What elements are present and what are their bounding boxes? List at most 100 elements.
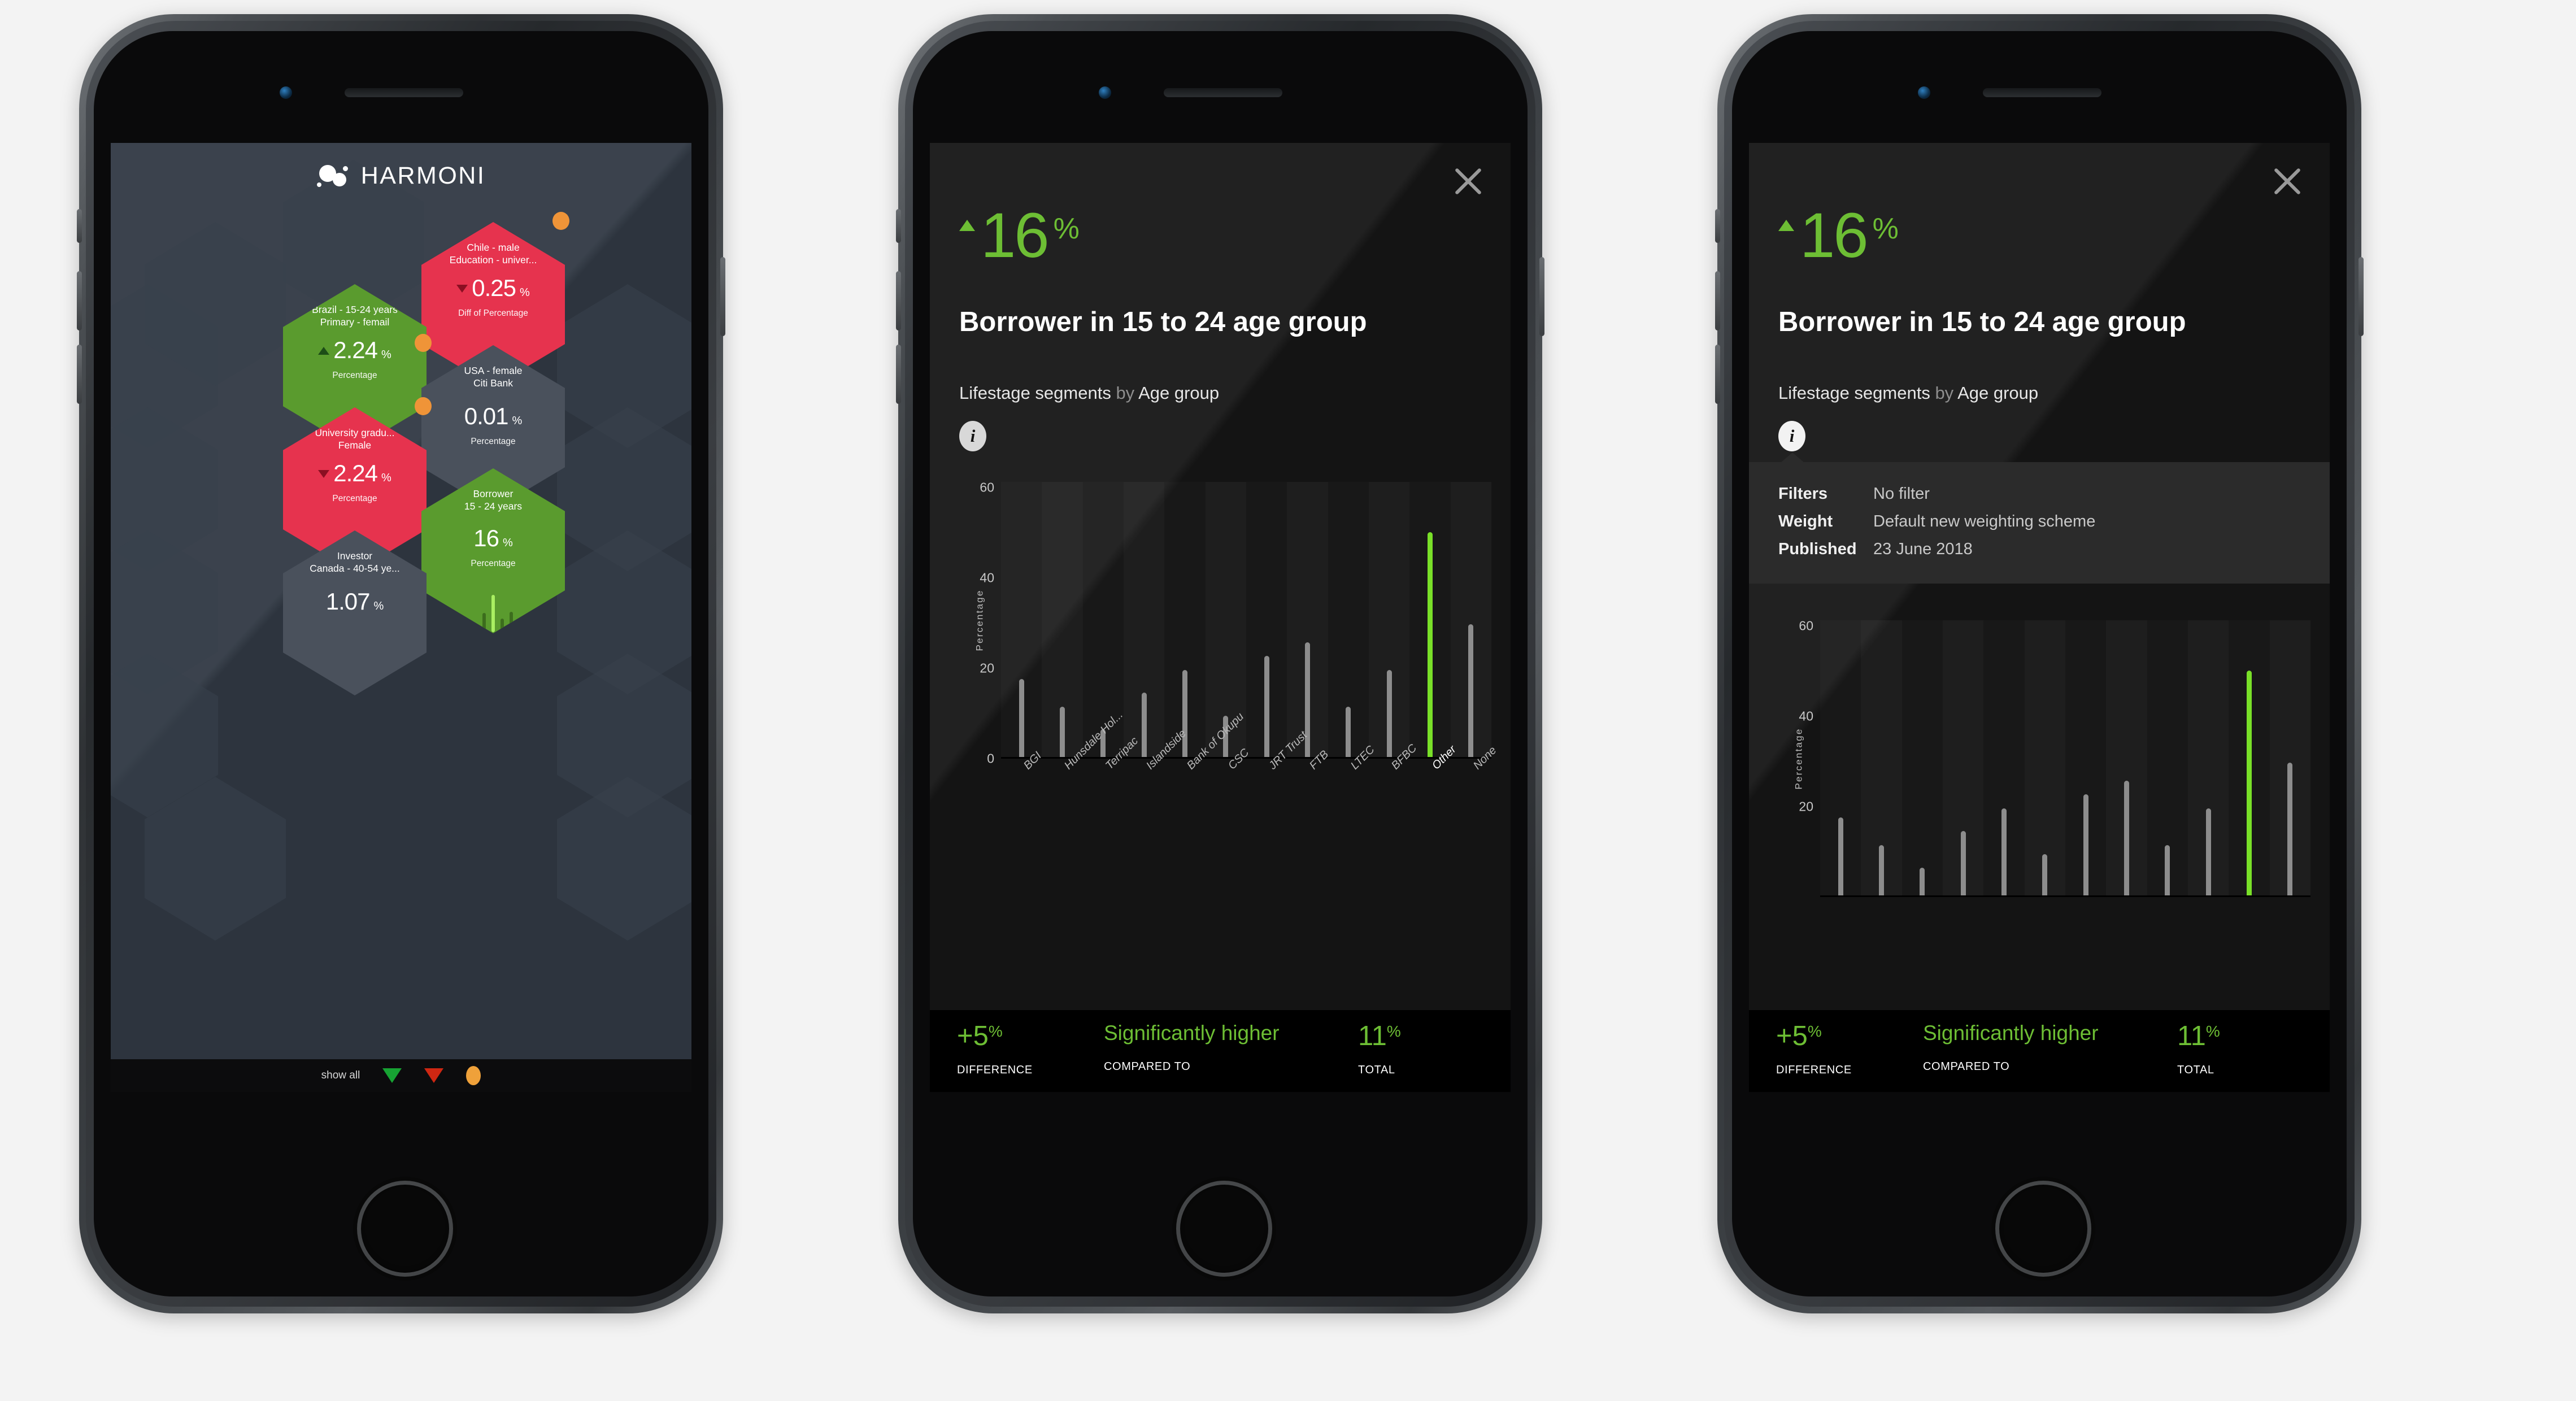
- chart-bar-column[interactable]: [2024, 620, 2065, 895]
- chart-bar: [1059, 706, 1065, 757]
- hex-tile-flag-dot[interactable]: [552, 212, 569, 230]
- hex-tile-unit: %: [381, 472, 391, 484]
- volume-up-3[interactable]: [1715, 271, 1720, 330]
- info-icon[interactable]: i: [1778, 421, 1805, 451]
- chart-bar-column[interactable]: [1287, 482, 1328, 757]
- chart-bar: [1141, 693, 1147, 757]
- y-tick: 0: [987, 751, 994, 766]
- chart-bar: [1427, 532, 1433, 757]
- hex-tile-value: 1.07: [325, 588, 371, 615]
- chart-bar-column[interactable]: [2147, 620, 2188, 895]
- hex-tile-unit: %: [381, 349, 391, 361]
- chart-bar: [1182, 669, 1187, 757]
- detail-title: Borrower in 15 to 24 age group: [1778, 307, 2186, 337]
- hex-tile-title-line1: Investor: [337, 550, 373, 562]
- hex-tile-value: 2.24: [333, 460, 378, 486]
- mute-switch-1[interactable]: [77, 209, 82, 243]
- volume-down-1[interactable]: [77, 345, 82, 404]
- detail-view: 16 % Borrower in 15 to 24 age group Life…: [930, 143, 1511, 1092]
- chart-plot-area: [1001, 482, 1491, 759]
- close-icon[interactable]: [2271, 164, 2304, 197]
- chart-bar: [2165, 845, 2170, 895]
- home-button-2[interactable]: [1172, 1177, 1276, 1281]
- subtitle-secondary: Age group: [1957, 383, 2039, 403]
- stat-label: COMPARED TO: [1923, 1060, 2010, 1073]
- chart-bar-column[interactable]: [2187, 620, 2229, 895]
- mute-switch-2[interactable]: [896, 209, 901, 243]
- hex-tile-flag-dot[interactable]: [415, 397, 432, 415]
- info-key: Published: [1778, 540, 1857, 558]
- home-button-1[interactable]: [353, 1177, 457, 1281]
- screenshot-stage: HARMONI Chile - male Education - univer.…: [0, 0, 2576, 1401]
- volume-up-2[interactable]: [896, 271, 901, 330]
- power-button-3[interactable]: [2359, 257, 2364, 336]
- volume-down-3[interactable]: [1715, 345, 1720, 404]
- chart-y-ticks: 60 40 20 0: [965, 480, 998, 765]
- y-tick: 20: [980, 660, 994, 676]
- detail-subtitle: Lifestage segments by Age group: [1778, 383, 2038, 403]
- info-icon[interactable]: i: [959, 421, 986, 451]
- hex-tile-borrower[interactable]: Borrower 15 - 24 years 16 % Percentage: [421, 468, 565, 633]
- trend-up-icon: [959, 220, 975, 231]
- detail-title: Borrower in 15 to 24 age group: [959, 307, 1367, 337]
- chart-bar-column[interactable]: [1942, 620, 1984, 895]
- headline-metric: 16 %: [1778, 203, 1899, 267]
- headline-unit: %: [1053, 212, 1080, 245]
- chart-bar: [2246, 671, 2252, 895]
- volume-up-1[interactable]: [77, 271, 82, 330]
- volume-down-2[interactable]: [896, 345, 901, 404]
- stat-unit: %: [988, 1023, 1003, 1040]
- chart-bar: [1920, 868, 1925, 895]
- stat-phrase: Significantly higher: [1104, 1021, 1280, 1045]
- chart-bar-column[interactable]: [1902, 620, 1943, 895]
- background-hex-cell: [557, 777, 691, 941]
- chart-bar-column[interactable]: [1861, 620, 1902, 895]
- chart-bar-column[interactable]: [1409, 482, 1450, 757]
- chart-bar-column[interactable]: [1042, 482, 1083, 757]
- brand-name: HARMONI: [360, 162, 486, 189]
- stat-phrase: Significantly higher: [1923, 1021, 2099, 1045]
- earpiece-speaker-3: [1983, 88, 2101, 97]
- show-all-label[interactable]: show all: [321, 1069, 360, 1082]
- chart-bar-column[interactable]: [2106, 620, 2147, 895]
- stat-value: 11: [1358, 1021, 1387, 1051]
- stat-unit: %: [2205, 1023, 2220, 1040]
- earpiece-speaker-2: [1164, 88, 1282, 97]
- front-camera-1: [280, 86, 292, 99]
- front-camera-3: [1918, 86, 1930, 99]
- detail-subtitle: Lifestage segments by Age group: [959, 383, 1219, 403]
- chart-bar-column[interactable]: [1983, 620, 2024, 895]
- close-icon[interactable]: [1452, 164, 1485, 197]
- chart-bar-column[interactable]: [1450, 482, 1491, 757]
- chart-bar-column[interactable]: [1328, 482, 1369, 757]
- hex-tile-investor[interactable]: Investor Canada - 40-54 ye... 1.07 %: [283, 530, 427, 695]
- chart-bar-column[interactable]: [1001, 482, 1042, 757]
- power-button-2[interactable]: [1539, 257, 1544, 336]
- chart-bar-column[interactable]: [2269, 620, 2310, 895]
- chart-bar: [1878, 845, 1884, 895]
- chart-bar-column[interactable]: [1164, 482, 1205, 757]
- hex-tile-value: 16: [473, 525, 499, 551]
- chart-bar: [1346, 706, 1351, 757]
- chart-bar: [1838, 817, 1843, 895]
- chart-bar-column[interactable]: [1123, 482, 1165, 757]
- subtitle-primary: Lifestage segments: [959, 383, 1111, 403]
- hex-tile-value: 0.01: [464, 403, 509, 429]
- home-button-3[interactable]: [1991, 1177, 2095, 1281]
- chart-bar-column[interactable]: [2229, 620, 2269, 895]
- filter-red-triangle-icon[interactable]: [424, 1068, 444, 1083]
- filter-orange-dot-icon[interactable]: [466, 1066, 481, 1085]
- chart-bar-column[interactable]: [1820, 620, 1861, 895]
- power-button-1[interactable]: [720, 257, 725, 336]
- hex-tile-flag-dot[interactable]: [415, 334, 432, 352]
- trend-down-icon: [318, 470, 330, 478]
- chart-bar-column[interactable]: [2065, 620, 2106, 895]
- chart-bar-column[interactable]: [1368, 482, 1410, 757]
- hex-tile-unit: %: [519, 286, 530, 299]
- hex-tile-title-line1: Brazil - 15-24 years: [312, 304, 398, 315]
- chart-bar-column[interactable]: [1246, 482, 1287, 757]
- mute-switch-3[interactable]: [1715, 209, 1720, 243]
- filter-green-triangle-icon[interactable]: [382, 1068, 402, 1083]
- detail-stats-bar: +5% DIFFERENCE Significantly higher COMP…: [1749, 1010, 2330, 1092]
- hex-tile-title-line1: USA - female: [464, 365, 523, 376]
